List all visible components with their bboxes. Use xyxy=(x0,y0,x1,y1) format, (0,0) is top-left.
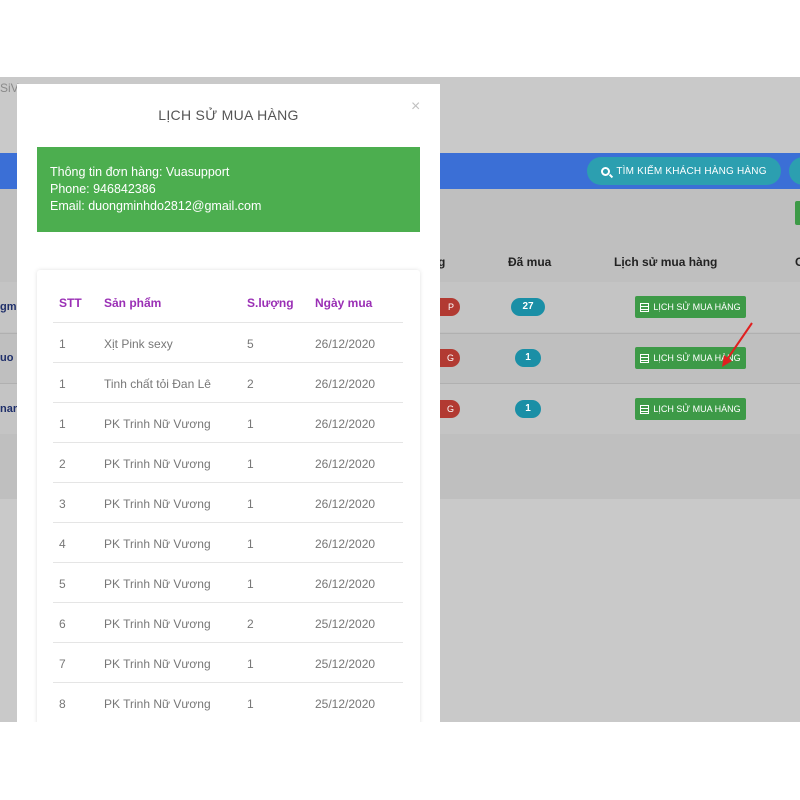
table-row: 2 PK Trinh Nữ Vương 1 26/12/2020 xyxy=(53,443,403,483)
cell-product: Tinh chất tỏi Đan Lê xyxy=(104,377,211,391)
red-arrow-icon xyxy=(722,322,753,367)
cell-quantity: 2 xyxy=(247,617,254,631)
cell-stt: 1 xyxy=(59,417,66,431)
cell-date: 26/12/2020 xyxy=(315,377,376,391)
cell-quantity: 1 xyxy=(247,577,254,591)
header-product: Sản phẩm xyxy=(104,296,162,310)
app-logo: SiV xyxy=(0,81,19,95)
cell-stt: 5 xyxy=(59,577,66,591)
cell-date: 25/12/2020 xyxy=(315,657,376,671)
cell-stt: 4 xyxy=(59,537,66,551)
order-info-box: Thông tin đơn hàng: Vuasupport Phone: 94… xyxy=(37,147,420,232)
cell-date: 26/12/2020 xyxy=(315,577,376,591)
cell-product: PK Trinh Nữ Vương xyxy=(104,657,211,671)
column-header-next: C xyxy=(795,255,800,269)
table-icon xyxy=(640,302,650,312)
purchase-history-modal: LỊCH SỬ MUA HÀNG × Thông tin đơn hàng: V… xyxy=(17,84,440,722)
order-phone-line: Phone: 946842386 xyxy=(50,182,156,196)
search-icon xyxy=(601,166,611,176)
search-customer-button[interactable]: TÌM KIẾM KHÁCH HÀNG HÀNG xyxy=(587,157,781,185)
history-button[interactable]: LỊCH SỬ MUA HÀNG xyxy=(635,296,746,318)
customer-name: nar xyxy=(0,403,18,415)
history-button-label: LỊCH SỬ MUA HÀNG xyxy=(653,302,741,312)
cell-date: 25/12/2020 xyxy=(315,617,376,631)
cell-product: PK Trinh Nữ Vương xyxy=(104,617,211,631)
cell-date: 25/12/2020 xyxy=(315,697,376,711)
cell-product: PK Trinh Nữ Vương xyxy=(104,417,211,431)
table-row: 1 Xịt Pink sexy 5 26/12/2020 xyxy=(53,323,403,363)
cell-stt: 7 xyxy=(59,657,66,671)
cell-stt: 1 xyxy=(59,377,66,391)
history-table-card: STT Sản phẩm S.lượng Ngày mua 1 Xịt Pink… xyxy=(37,270,420,722)
header-quantity: S.lượng xyxy=(247,296,294,310)
cell-product: PK Trinh Nữ Vương xyxy=(104,577,211,591)
table-row: 3 PK Trinh Nữ Vương 1 26/12/2020 xyxy=(53,483,403,523)
table-icon xyxy=(640,353,650,363)
cell-stt: 1 xyxy=(59,337,66,351)
purchase-count-badge: 1 xyxy=(515,349,541,367)
cell-stt: 3 xyxy=(59,497,66,511)
cell-stt: 8 xyxy=(59,697,66,711)
table-row: 1 Tinh chất tỏi Đan Lê 2 26/12/2020 xyxy=(53,363,403,403)
cell-quantity: 1 xyxy=(247,417,254,431)
search-customer-label: TÌM KIẾM KHÁCH HÀNG HÀNG xyxy=(616,165,767,177)
customer-name: uo xyxy=(0,352,14,364)
screenshot-stage: SiV TÌM KIẾM KHÁCH HÀNG HÀNG g Đã mua Lị… xyxy=(0,0,800,800)
cell-stt: 6 xyxy=(59,617,66,631)
table-header: STT Sản phẩm S.lượng Ngày mua xyxy=(53,270,403,323)
table-row: 7 PK Trinh Nữ Vương 1 25/12/2020 xyxy=(53,643,403,683)
purchase-count-badge: 1 xyxy=(515,400,541,418)
cell-date: 26/12/2020 xyxy=(315,537,376,551)
cell-product: PK Trinh Nữ Vương xyxy=(104,497,211,511)
table-row: 1 PK Trinh Nữ Vương 1 26/12/2020 xyxy=(53,403,403,443)
column-header-purchased: Đã mua xyxy=(508,255,552,269)
modal-title: LỊCH SỬ MUA HÀNG xyxy=(158,107,299,123)
header-stt: STT xyxy=(59,296,82,310)
header-date: Ngày mua xyxy=(315,296,373,310)
cell-date: 26/12/2020 xyxy=(315,497,376,511)
history-button-label: LỊCH SỬ MUA HÀNG xyxy=(653,404,741,414)
cell-product: Xịt Pink sexy xyxy=(104,337,173,351)
cell-date: 26/12/2020 xyxy=(315,457,376,471)
table-row: 5 PK Trinh Nữ Vương 1 26/12/2020 xyxy=(53,563,403,603)
table-icon xyxy=(640,404,650,414)
cell-stt: 2 xyxy=(59,457,66,471)
cell-quantity: 1 xyxy=(247,457,254,471)
cell-product: PK Trinh Nữ Vương xyxy=(104,457,211,471)
order-email-line: Email: duongminhdo2812@gmail.com xyxy=(50,199,262,213)
table-row: 4 PK Trinh Nữ Vương 1 26/12/2020 xyxy=(53,523,403,563)
cell-quantity: 1 xyxy=(247,657,254,671)
cell-date: 26/12/2020 xyxy=(315,337,376,351)
cell-product: PK Trinh Nữ Vương xyxy=(104,537,211,551)
order-info-line: Thông tin đơn hàng: Vuasupport xyxy=(50,165,230,179)
cell-quantity: 5 xyxy=(247,337,254,351)
cell-quantity: 1 xyxy=(247,537,254,551)
purchase-count-badge: 27 xyxy=(511,298,545,316)
table-row: 8 PK Trinh Nữ Vương 1 25/12/2020 xyxy=(53,683,403,722)
cell-product: PK Trinh Nữ Vương xyxy=(104,697,211,711)
column-header-history: Lịch sử mua hàng xyxy=(614,255,718,269)
add-button-fragment[interactable] xyxy=(795,201,800,225)
cell-quantity: 1 xyxy=(247,697,254,711)
cell-quantity: 2 xyxy=(247,377,254,391)
history-button[interactable]: LỊCH SỬ MUA HÀNG xyxy=(635,398,746,420)
close-icon[interactable]: × xyxy=(411,98,420,116)
cell-date: 26/12/2020 xyxy=(315,417,376,431)
cell-quantity: 1 xyxy=(247,497,254,511)
table-row: 6 PK Trinh Nữ Vương 2 25/12/2020 xyxy=(53,603,403,643)
